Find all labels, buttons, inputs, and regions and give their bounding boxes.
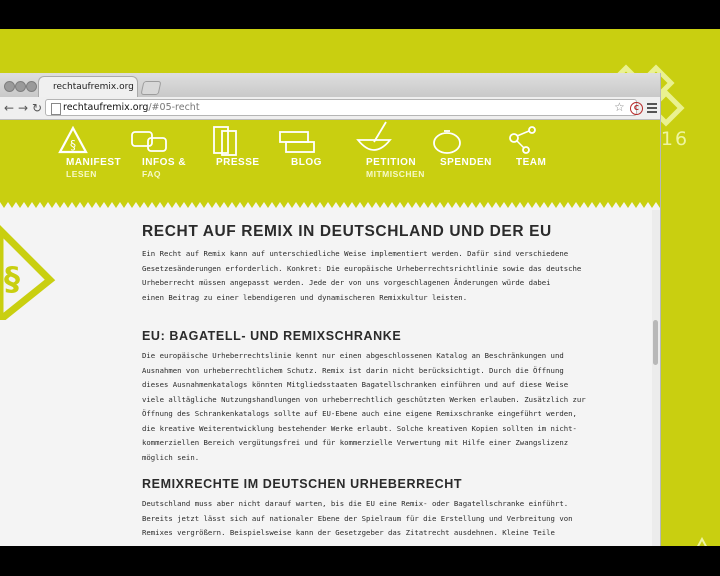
text-line: Ein Recht auf Remix kann auf unterschied… (142, 249, 569, 258)
text-line: einen Beitrag zu einer lebendigeren und … (142, 292, 468, 302)
nav-label: INFOS & (142, 157, 187, 168)
nav-sublabel: FAQ (142, 169, 161, 179)
page-icon (51, 103, 61, 115)
svg-text:§: § (70, 138, 76, 152)
documents-icon (213, 126, 237, 156)
browser-toolbar: ← → ↻ rechtaufremix.org/#05-recht ☆ C (0, 97, 660, 120)
text-line: Gesetzesänderungen erforderlich. Konkret… (142, 263, 582, 273)
text-line: viele alltägliche Nutzungshandlungen von… (142, 394, 586, 404)
text-line: kommerziellen Bereich vergütungsfrei und… (142, 438, 569, 447)
section-recycle-icon: § (0, 225, 56, 320)
url-text: rechtaufremix.org/#05-recht (63, 100, 200, 115)
text-line: dieses Ausnahmenkatalogs könnten Mitglie… (142, 380, 569, 389)
mixing-bowl-icon (356, 121, 392, 151)
text-line: Remixes vergrößern. Beispielsweise kann … (142, 528, 555, 537)
url-host: rechtaufremix.org (63, 102, 149, 113)
svg-text:§: § (4, 260, 20, 298)
arrow-left-icon[interactable]: ← (4, 100, 14, 116)
arrow-right-icon[interactable]: → (18, 100, 28, 116)
tab-title: rechtaufremix.org (53, 82, 134, 92)
newspapers-icon (279, 131, 315, 153)
section-recycle-icon: § (697, 537, 707, 546)
browser-tab[interactable]: rechtaufremix.org (38, 76, 138, 97)
network-icon (509, 126, 536, 154)
text-line: Öffnung des Schrankenkatalogs sollte auf… (142, 409, 577, 418)
section-heading: EU: BAGATELL- UND REMIXSCHRANKE (142, 329, 402, 343)
page-title: RECHT AUF REMIX IN DEUTSCHLAND UND DER E… (142, 223, 552, 240)
address-bar[interactable]: rechtaufremix.org/#05-recht ☆ C (45, 99, 643, 116)
nav-sublabel: LESEN (66, 169, 97, 179)
nav-label: PETITION (366, 157, 417, 168)
piggy-bank-icon (433, 130, 461, 154)
minimize-window-icon[interactable] (15, 81, 26, 92)
maximize-window-icon[interactable] (26, 81, 37, 92)
text-line: Ausnahmen von urheberrechtlichem Schutz.… (142, 365, 564, 375)
nav-label: MANIFEST (66, 157, 122, 168)
section-paragraph: Deutschland muss aber nicht darauf warte… (142, 497, 573, 541)
new-tab-button[interactable] (140, 81, 162, 95)
nav-label: TEAM (516, 157, 547, 168)
nav-zigzag-edge (0, 202, 660, 210)
page-content: § RECHT AUF REMIX IN DEUTSCHLAND UND DER… (0, 210, 652, 546)
bookmark-star-icon[interactable]: ☆ (614, 100, 625, 115)
intro-paragraph: Ein Recht auf Remix kann auf unterschied… (142, 247, 582, 305)
nav-label: BLOG (291, 157, 322, 168)
reload-icon[interactable]: ↻ (32, 100, 42, 116)
site-navigation: § MANIFEST LESEN INFOS & FAQ PRESSE BLOG… (0, 120, 660, 204)
text-line: Bereits jetzt lässt sich auf nationaler … (142, 513, 573, 523)
nav-sublabel: MITMISCHEN (366, 169, 425, 179)
tab-bar: rechtaufremix.org (0, 73, 660, 97)
section-recycle-icon: § (58, 126, 88, 154)
extension-icon[interactable]: C (630, 102, 643, 115)
browser-window: rechtaufremix.org ← → ↻ rechtaufremix.or… (0, 73, 661, 546)
scrollbar[interactable] (652, 210, 660, 546)
close-window-icon[interactable] (4, 81, 15, 92)
text-line: Die europäische Urheberrechtslinie kennt… (142, 351, 564, 360)
menu-icon[interactable] (647, 103, 657, 113)
text-line: die kreative Weiterentwicklung bestehend… (142, 423, 577, 433)
nav-label: SPENDEN (440, 157, 492, 168)
text-line: möglich sein. (142, 452, 200, 462)
text-line: Deutschland muss aber nicht darauf warte… (142, 499, 569, 508)
letterbox-bar (0, 546, 720, 576)
text-line: Urheberrecht müssen angepasst werden. Je… (142, 278, 551, 287)
speech-bubbles-icon (131, 131, 167, 152)
scrollbar-thumb[interactable] (653, 320, 658, 365)
url-path: /#05-recht (148, 102, 200, 113)
section-paragraph: Die europäische Urheberrechtslinie kennt… (142, 349, 586, 465)
section-heading: REMIXRECHTE IM DEUTSCHEN URHEBERRECHT (142, 477, 463, 491)
nav-label: PRESSE (216, 157, 260, 168)
